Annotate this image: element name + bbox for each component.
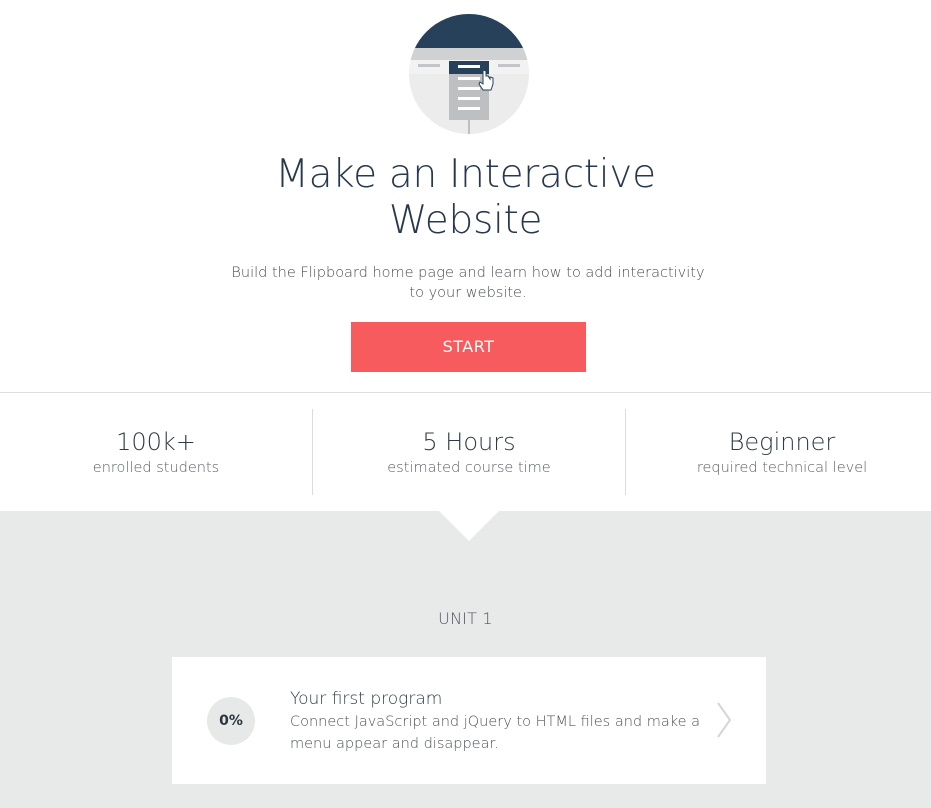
- course-title-line: Website: [388, 198, 543, 243]
- stat-value: 5 Hours: [422, 428, 516, 456]
- start-button[interactable]: START: [351, 322, 586, 372]
- course-description: Build the Flipboard home page and learn …: [230, 263, 706, 303]
- unit-heading: UNIT 1: [438, 609, 493, 628]
- chevron-right-icon[interactable]: [715, 700, 733, 740]
- course-hero: Make an Interactive Website Build the Fl…: [0, 0, 931, 392]
- lesson-title: Your first program: [290, 689, 443, 709]
- website-menu-illustration: [409, 14, 529, 134]
- course-title: Make an Interactive Website: [0, 152, 931, 244]
- stat-level: Beginner required technical level: [626, 409, 931, 495]
- lesson-description-line: Connect JavaScript and jQuery to HTML fi…: [290, 714, 701, 730]
- lesson-description-line: menu appear and disappear.: [290, 736, 499, 752]
- stat-duration: 5 Hours estimated course time: [313, 409, 625, 495]
- lesson-description: Connect JavaScript and jQuery to HTML fi…: [290, 711, 710, 755]
- stat-label: enrolled students: [92, 460, 220, 476]
- course-description-line: Build the Flipboard home page and learn …: [231, 265, 705, 281]
- section-pointer: [439, 511, 499, 541]
- stat-enrolled: 100k+ enrolled students: [0, 409, 312, 495]
- stat-label: estimated course time: [387, 460, 551, 476]
- course-title-line: Make an Interactive: [275, 152, 656, 197]
- stat-value: 100k+: [116, 428, 196, 456]
- stat-value: Beginner: [728, 428, 836, 456]
- course-stats: 100k+ enrolled students 5 Hours estimate…: [0, 392, 931, 511]
- course-description-line: to your website.: [409, 285, 527, 301]
- lesson-card[interactable]: 0% Your first program Connect JavaScript…: [172, 657, 766, 784]
- stat-label: required technical level: [696, 460, 868, 476]
- progress-badge: 0%: [207, 697, 255, 745]
